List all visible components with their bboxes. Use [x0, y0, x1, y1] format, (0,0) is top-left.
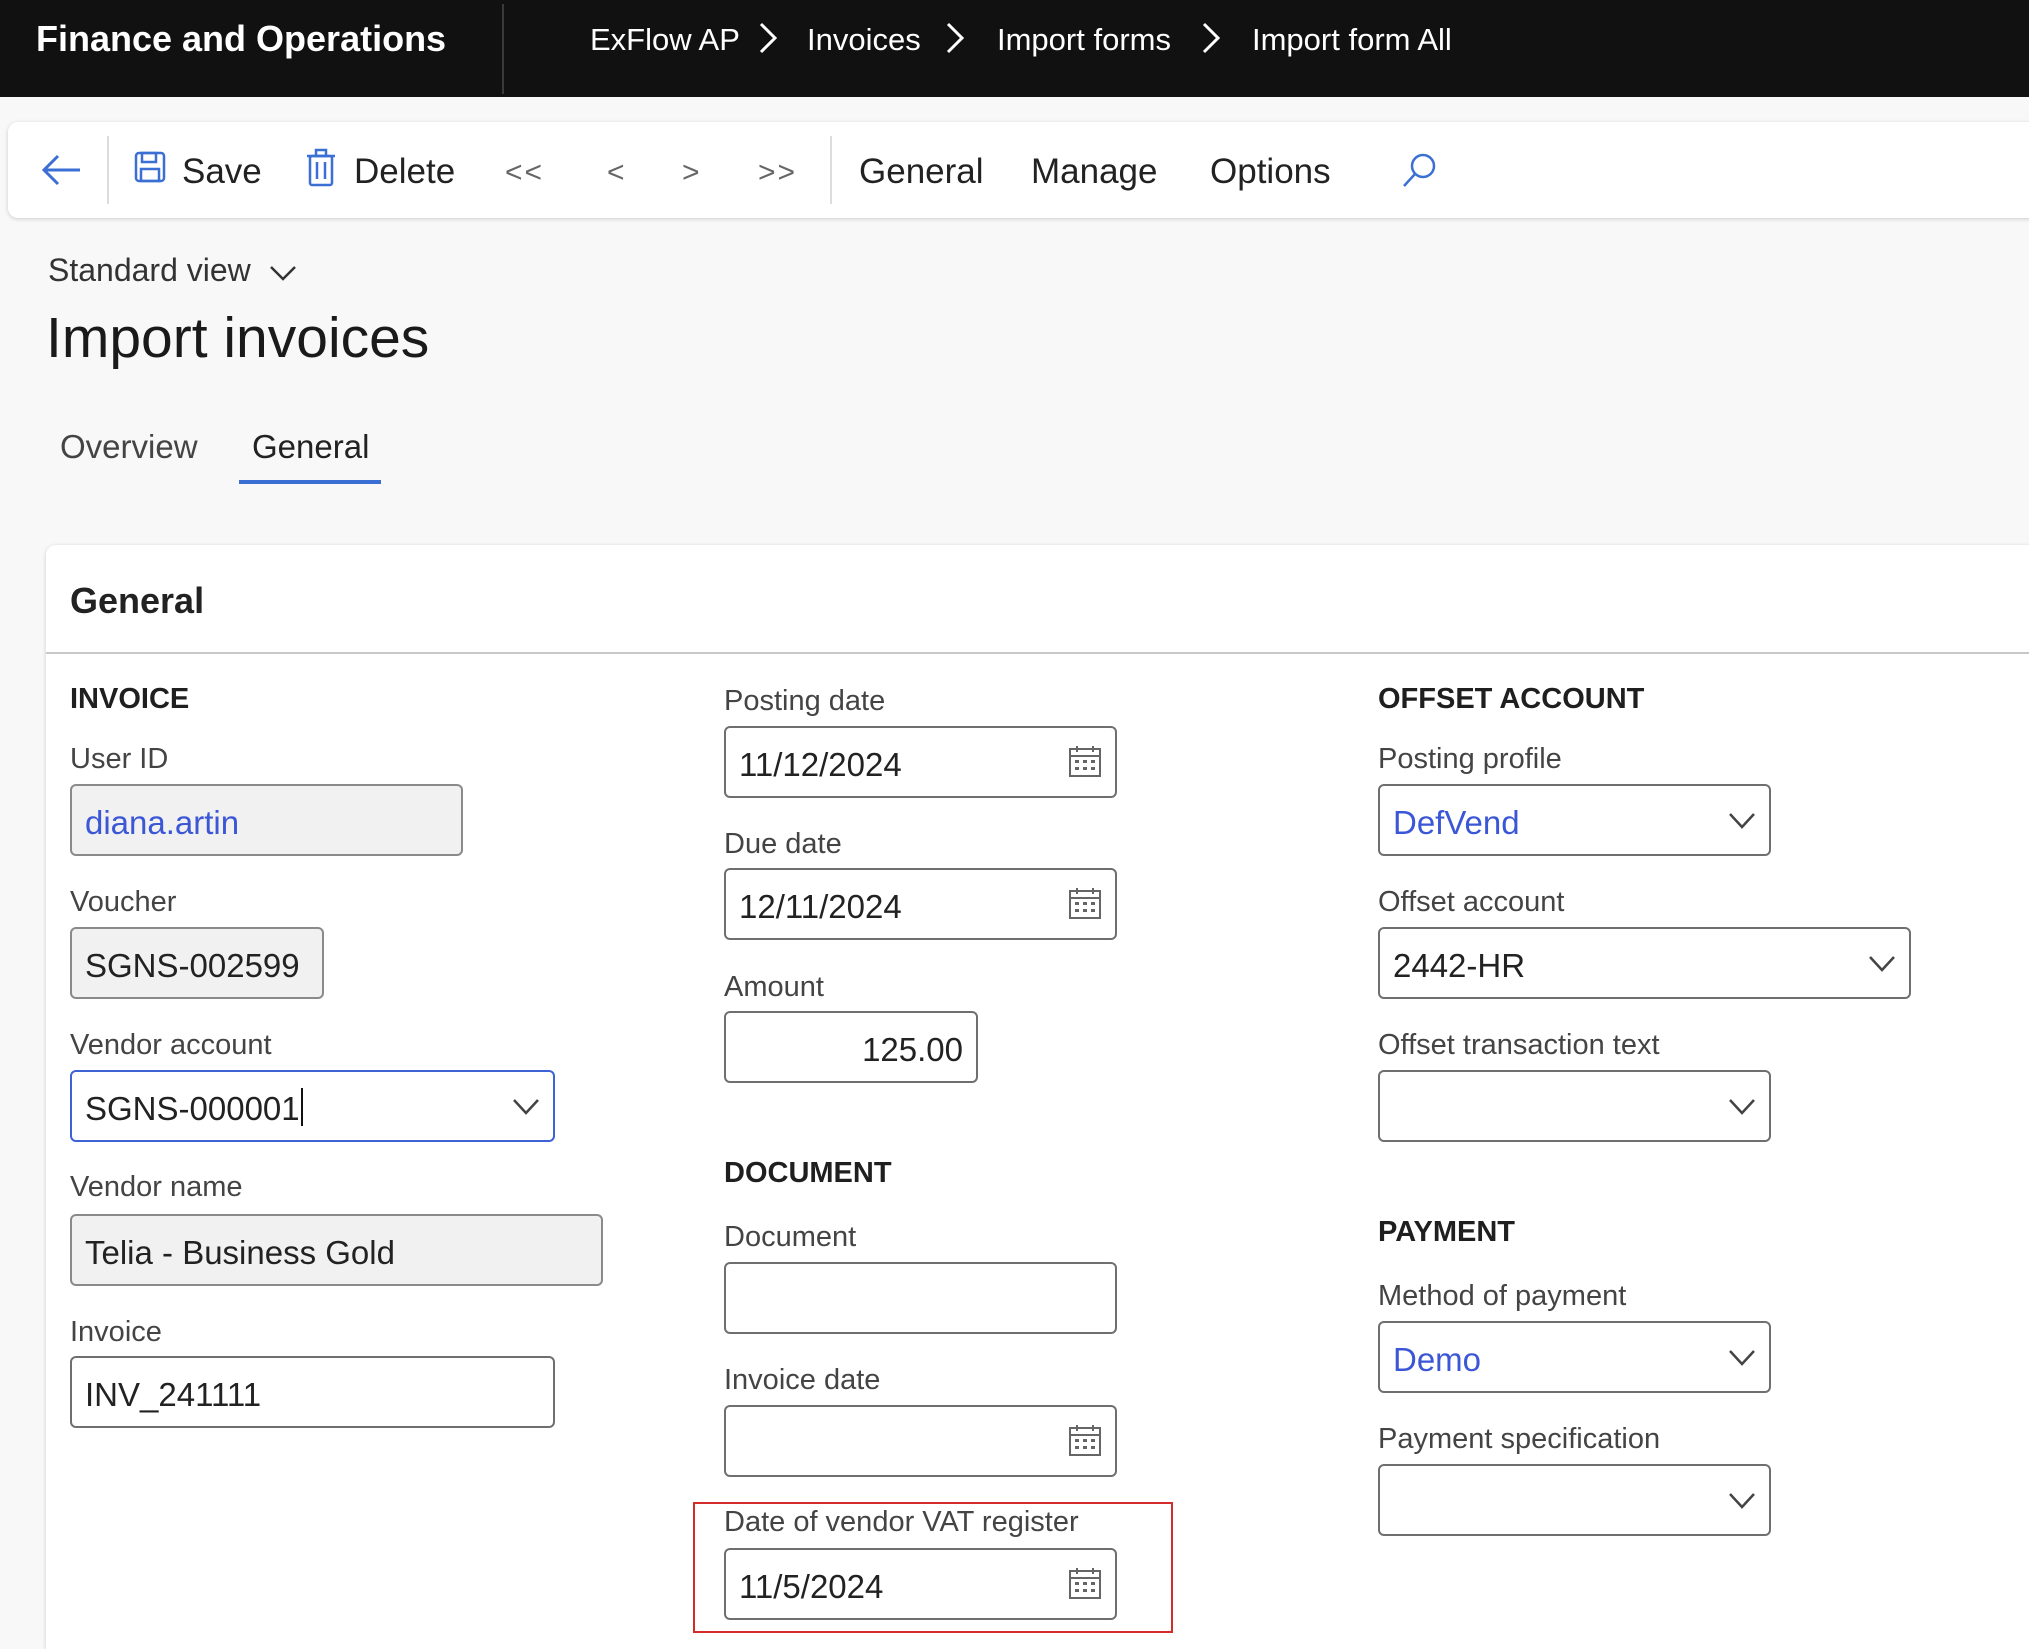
- amount-label: Amount: [724, 971, 824, 1003]
- document-label: Document: [724, 1221, 857, 1253]
- offset-transaction-text-field[interactable]: [1378, 1070, 1771, 1142]
- last-record-button[interactable]: >>: [758, 156, 797, 190]
- payment-specification-field[interactable]: [1378, 1464, 1771, 1536]
- app-title[interactable]: Finance and Operations: [36, 18, 446, 60]
- method-of-payment-label: Method of payment: [1378, 1280, 1627, 1312]
- delete-button[interactable]: Delete: [302, 146, 462, 196]
- delete-icon: [307, 148, 335, 187]
- amount-value: 125.00: [862, 1031, 963, 1068]
- toolbar-separator: [107, 136, 109, 204]
- user-id-label: User ID: [70, 743, 169, 775]
- posting-date-label: Posting date: [724, 685, 886, 717]
- view-selector[interactable]: Standard view: [48, 252, 298, 289]
- chevron-down-icon[interactable]: [1727, 1096, 1757, 1118]
- previous-record-button[interactable]: <: [607, 156, 627, 190]
- payment-specification-label: Payment specification: [1378, 1423, 1661, 1455]
- breadcrumb-import-forms[interactable]: Import forms: [997, 22, 1171, 58]
- offset-transaction-text-label: Offset transaction text: [1378, 1029, 1660, 1061]
- method-of-payment-field[interactable]: Demo: [1378, 1321, 1771, 1393]
- invoice-date-label: Invoice date: [724, 1364, 881, 1396]
- view-label: Standard view: [48, 252, 251, 288]
- invoice-date-field[interactable]: [724, 1405, 1117, 1477]
- offset-account-value: 2442-HR: [1393, 947, 1526, 984]
- first-record-button[interactable]: <<: [505, 156, 544, 190]
- chevron-down-icon[interactable]: [1727, 810, 1757, 832]
- breadcrumb-invoices[interactable]: Invoices: [807, 22, 921, 58]
- chevron-right-icon: [1202, 22, 1221, 54]
- toolbar-separator: [830, 136, 832, 204]
- vendor-account-value: SGNS-000001: [85, 1090, 300, 1127]
- menu-general[interactable]: General: [859, 152, 984, 192]
- topbar-divider: [502, 4, 504, 94]
- breadcrumb-exflow-ap[interactable]: ExFlow AP: [590, 22, 740, 58]
- chevron-down-icon[interactable]: [1867, 953, 1897, 975]
- due-date-value: 12/11/2024: [739, 888, 902, 925]
- menu-manage[interactable]: Manage: [1031, 152, 1157, 192]
- due-date-label: Due date: [724, 828, 842, 860]
- posting-profile-value[interactable]: DefVend: [1393, 804, 1520, 842]
- vendor-name-value: Telia - Business Gold: [85, 1234, 395, 1271]
- posting-profile-label: Posting profile: [1378, 743, 1562, 775]
- tab-general[interactable]: General: [252, 428, 369, 466]
- search-icon[interactable]: [1400, 150, 1440, 190]
- vendor-account-field[interactable]: SGNS-000001: [70, 1070, 555, 1142]
- chevron-down-icon[interactable]: [1727, 1490, 1757, 1512]
- method-of-payment-value[interactable]: Demo: [1393, 1341, 1481, 1379]
- vendor-name-field[interactable]: Telia - Business Gold: [70, 1214, 603, 1286]
- next-record-button[interactable]: >: [682, 156, 702, 190]
- chevron-right-icon: [759, 22, 778, 54]
- highlight-annotation: [693, 1502, 1173, 1633]
- menu-options[interactable]: Options: [1210, 152, 1331, 192]
- offset-account-group-heading: OFFSET ACCOUNT: [1378, 683, 1645, 715]
- back-arrow-icon[interactable]: [40, 152, 84, 188]
- chevron-right-icon: [946, 22, 965, 54]
- posting-date-value: 11/12/2024: [739, 746, 902, 783]
- amount-field[interactable]: 125.00: [724, 1011, 978, 1083]
- offset-account-label: Offset account: [1378, 886, 1565, 918]
- invoice-group-heading: INVOICE: [70, 683, 190, 715]
- chevron-down-icon: [269, 265, 296, 281]
- posting-profile-field[interactable]: DefVend: [1378, 784, 1771, 856]
- save-label: Save: [182, 152, 262, 191]
- payment-group-heading: PAYMENT: [1378, 1216, 1515, 1248]
- invoice-field[interactable]: INV_241111: [70, 1356, 555, 1428]
- text-cursor: [301, 1088, 303, 1126]
- voucher-field[interactable]: SGNS-002599: [70, 927, 324, 999]
- save-icon: [134, 151, 166, 183]
- document-group-heading: DOCUMENT: [724, 1157, 892, 1189]
- fasttab-header-general[interactable]: General: [70, 580, 204, 622]
- chevron-down-icon[interactable]: [511, 1096, 541, 1118]
- active-tab-indicator: [239, 480, 381, 484]
- calendar-icon[interactable]: [1067, 744, 1103, 780]
- calendar-icon[interactable]: [1067, 1423, 1103, 1459]
- divider: [46, 652, 2029, 654]
- calendar-icon[interactable]: [1067, 886, 1103, 922]
- invoice-value: INV_241111: [85, 1376, 262, 1413]
- posting-date-field[interactable]: 11/12/2024: [724, 726, 1117, 798]
- voucher-label: Voucher: [70, 886, 177, 918]
- save-button[interactable]: Save: [130, 146, 270, 196]
- invoice-label: Invoice: [70, 1316, 162, 1348]
- voucher-value: SGNS-002599: [85, 947, 300, 984]
- tab-overview[interactable]: Overview: [60, 428, 198, 466]
- vendor-account-label: Vendor account: [70, 1029, 272, 1061]
- user-id-value[interactable]: diana.artin: [85, 804, 239, 842]
- document-field[interactable]: [724, 1262, 1117, 1334]
- offset-account-field[interactable]: 2442-HR: [1378, 927, 1911, 999]
- chevron-down-icon[interactable]: [1727, 1347, 1757, 1369]
- delete-label: Delete: [354, 152, 456, 191]
- breadcrumb-import-form-all[interactable]: Import form All: [1252, 22, 1452, 58]
- page-title: Import invoices: [46, 306, 430, 370]
- user-id-field[interactable]: diana.artin: [70, 784, 463, 856]
- due-date-field[interactable]: 12/11/2024: [724, 868, 1117, 940]
- vendor-name-label: Vendor name: [70, 1171, 243, 1203]
